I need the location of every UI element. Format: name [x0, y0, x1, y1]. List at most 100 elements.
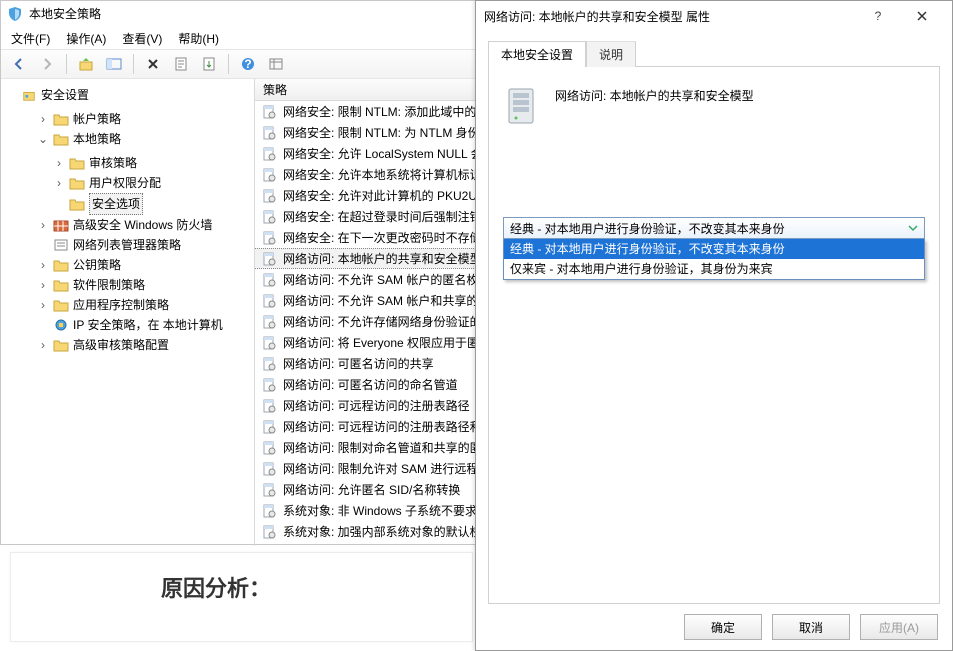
menu-help[interactable]: 帮助(H)	[178, 30, 219, 47]
view-mode-button[interactable]	[264, 52, 288, 76]
policy-icon	[261, 356, 277, 372]
firewall-icon	[53, 218, 69, 232]
policy-icon	[261, 335, 277, 351]
policy-label: 网络安全: 限制 NTLM: 添加此域中的	[283, 103, 476, 120]
delete-button[interactable]	[141, 52, 165, 76]
policy-icon	[261, 209, 277, 225]
expand-icon[interactable]: ›	[37, 295, 49, 315]
ipsec-icon	[53, 318, 69, 332]
policy-label: 网络访问: 可远程访问的注册表路径	[283, 397, 470, 414]
folder-icon	[53, 258, 69, 272]
help-button[interactable]: ?	[236, 52, 260, 76]
tree-node-user-rights[interactable]: ›用户权限分配	[53, 173, 250, 193]
toolbar-separator	[66, 54, 67, 74]
tree-node-security-options[interactable]: 安全选项	[53, 193, 250, 215]
nav-forward-button[interactable]	[35, 52, 59, 76]
list-icon	[53, 238, 69, 252]
shield-icon	[7, 6, 23, 22]
toolbar-separator	[228, 54, 229, 74]
policy-icon	[261, 314, 277, 330]
svg-text:?: ?	[244, 57, 251, 71]
apply-button[interactable]: 应用(A)	[860, 614, 938, 640]
policy-icon	[261, 482, 277, 498]
tree-node-public-key[interactable]: ›公钥策略	[37, 255, 250, 275]
policy-label: 网络访问: 将 Everyone 权限应用于匿	[283, 334, 479, 351]
tree-node-network-list[interactable]: 网络列表管理器策略	[37, 235, 250, 255]
combobox-dropdown[interactable]: 经典 - 对本地用户进行身份验证，不改变其本来身份仅来宾 - 对本地用户进行身份…	[503, 239, 925, 280]
tree-node-advaudit[interactable]: ›高级审核策略配置	[37, 335, 250, 355]
policy-icon	[261, 503, 277, 519]
folder-icon	[69, 156, 85, 170]
policy-icon	[261, 272, 277, 288]
help-button[interactable]: ?	[856, 2, 900, 30]
policy-icon	[261, 125, 277, 141]
policy-label: 网络访问: 本地帐户的共享和安全模型	[283, 250, 482, 267]
folder-icon	[53, 298, 69, 312]
close-button[interactable]	[900, 2, 944, 30]
tree-node-ipsec[interactable]: IP 安全策略，在 本地计算机	[37, 315, 250, 335]
nav-back-button[interactable]	[7, 52, 31, 76]
tree-node-audit-policy[interactable]: ›审核策略	[53, 153, 250, 173]
expand-icon[interactable]: ›	[53, 173, 65, 193]
menu-view[interactable]: 查看(V)	[122, 30, 162, 47]
policy-label: 网络安全: 限制 NTLM: 为 NTLM 身份	[283, 124, 480, 141]
policy-label: 网络访问: 不允许存储网络身份验证的	[283, 313, 482, 330]
dialog-titlebar[interactable]: 网络访问: 本地帐户的共享和安全模型 属性 ?	[476, 1, 952, 31]
tab-explain[interactable]: 说明	[586, 41, 636, 67]
cancel-button[interactable]: 取消	[772, 614, 850, 640]
tree-node-appctrl[interactable]: ›应用程序控制策略	[37, 295, 250, 315]
dialog-tabs: 本地安全设置 说明	[488, 41, 940, 67]
article-region: 原因分析：	[10, 552, 473, 642]
menu-file[interactable]: 文件(F)	[11, 30, 50, 47]
policy-label: 网络安全: 允许对此计算机的 PKU2U 身	[283, 187, 492, 204]
sharing-model-combobox[interactable]: 经典 - 对本地用户进行身份验证，不改变其本来身份	[503, 217, 925, 239]
policy-label: 系统对象: 加强内部系统对象的默认权	[283, 523, 482, 540]
policy-icon	[261, 167, 277, 183]
tree-node-local-policies[interactable]: ⌄本地策略 ›审核策略 ›用户权限分配 安全选项	[37, 129, 250, 215]
collapse-icon[interactable]: ⌄	[37, 129, 49, 149]
policy-icon	[261, 524, 277, 540]
tree-node-wfas[interactable]: ›高级安全 Windows 防火墙	[37, 215, 250, 235]
expand-icon[interactable]: ›	[37, 275, 49, 295]
folder-icon	[53, 132, 69, 146]
up-button[interactable]	[74, 52, 98, 76]
policy-icon	[261, 293, 277, 309]
expand-icon[interactable]: ›	[37, 109, 49, 129]
properties-dialog: 网络访问: 本地帐户的共享和安全模型 属性 ? 本地安全设置 说明 网络访问: …	[475, 0, 953, 651]
scope-tree[interactable]: 安全设置 ›帐户策略 ⌄本地策略 ›审核策略 ›用户权限分配 安全选项 ›高级安…	[1, 79, 255, 546]
tree-node-srp[interactable]: ›软件限制策略	[37, 275, 250, 295]
policy-icon	[261, 188, 277, 204]
policy-name-label: 网络访问: 本地帐户的共享和安全模型	[555, 85, 754, 104]
policy-label: 网络安全: 在超过登录时间后强制注销	[283, 208, 482, 225]
export-button[interactable]	[197, 52, 221, 76]
combobox-option[interactable]: 经典 - 对本地用户进行身份验证，不改变其本来身份	[504, 239, 924, 259]
policy-icon	[261, 377, 277, 393]
policy-icon	[261, 398, 277, 414]
folder-icon	[69, 197, 85, 211]
server-icon	[503, 85, 539, 127]
expand-icon[interactable]: ›	[53, 153, 65, 173]
policy-label: 系统对象: 非 Windows 子系统不要求	[283, 502, 477, 519]
expand-icon[interactable]: ›	[37, 335, 49, 355]
tree-root-label: 安全设置	[41, 85, 89, 105]
article-heading: 原因分析：	[161, 571, 472, 603]
tab-local-security-setting[interactable]: 本地安全设置	[488, 41, 586, 67]
show-hide-tree-button[interactable]	[102, 52, 126, 76]
folder-icon	[53, 338, 69, 352]
ok-button[interactable]: 确定	[684, 614, 762, 640]
policy-icon	[261, 104, 277, 120]
folder-icon	[53, 112, 69, 126]
expand-icon[interactable]: ›	[37, 255, 49, 275]
tree-node-account-policies[interactable]: ›帐户策略	[37, 109, 250, 129]
properties-button[interactable]	[169, 52, 193, 76]
tree-root-node[interactable]: 安全设置 ›帐户策略 ⌄本地策略 ›审核策略 ›用户权限分配 安全选项 ›高级安…	[21, 85, 250, 355]
mmc-title-text: 本地安全策略	[29, 1, 101, 27]
policy-icon	[261, 419, 277, 435]
policy-label: 网络安全: 在下一次更改密码时不存储	[283, 229, 482, 246]
combobox-option[interactable]: 仅来宾 - 对本地用户进行身份验证，其身份为来宾	[504, 259, 924, 279]
policy-label: 网络安全: 允许本地系统将计算机标识	[283, 166, 482, 183]
policy-icon	[261, 440, 277, 456]
policy-label: 网络访问: 不允许 SAM 帐户的匿名枚	[283, 271, 478, 288]
menu-action[interactable]: 操作(A)	[66, 30, 106, 47]
expand-icon[interactable]: ›	[37, 215, 49, 235]
